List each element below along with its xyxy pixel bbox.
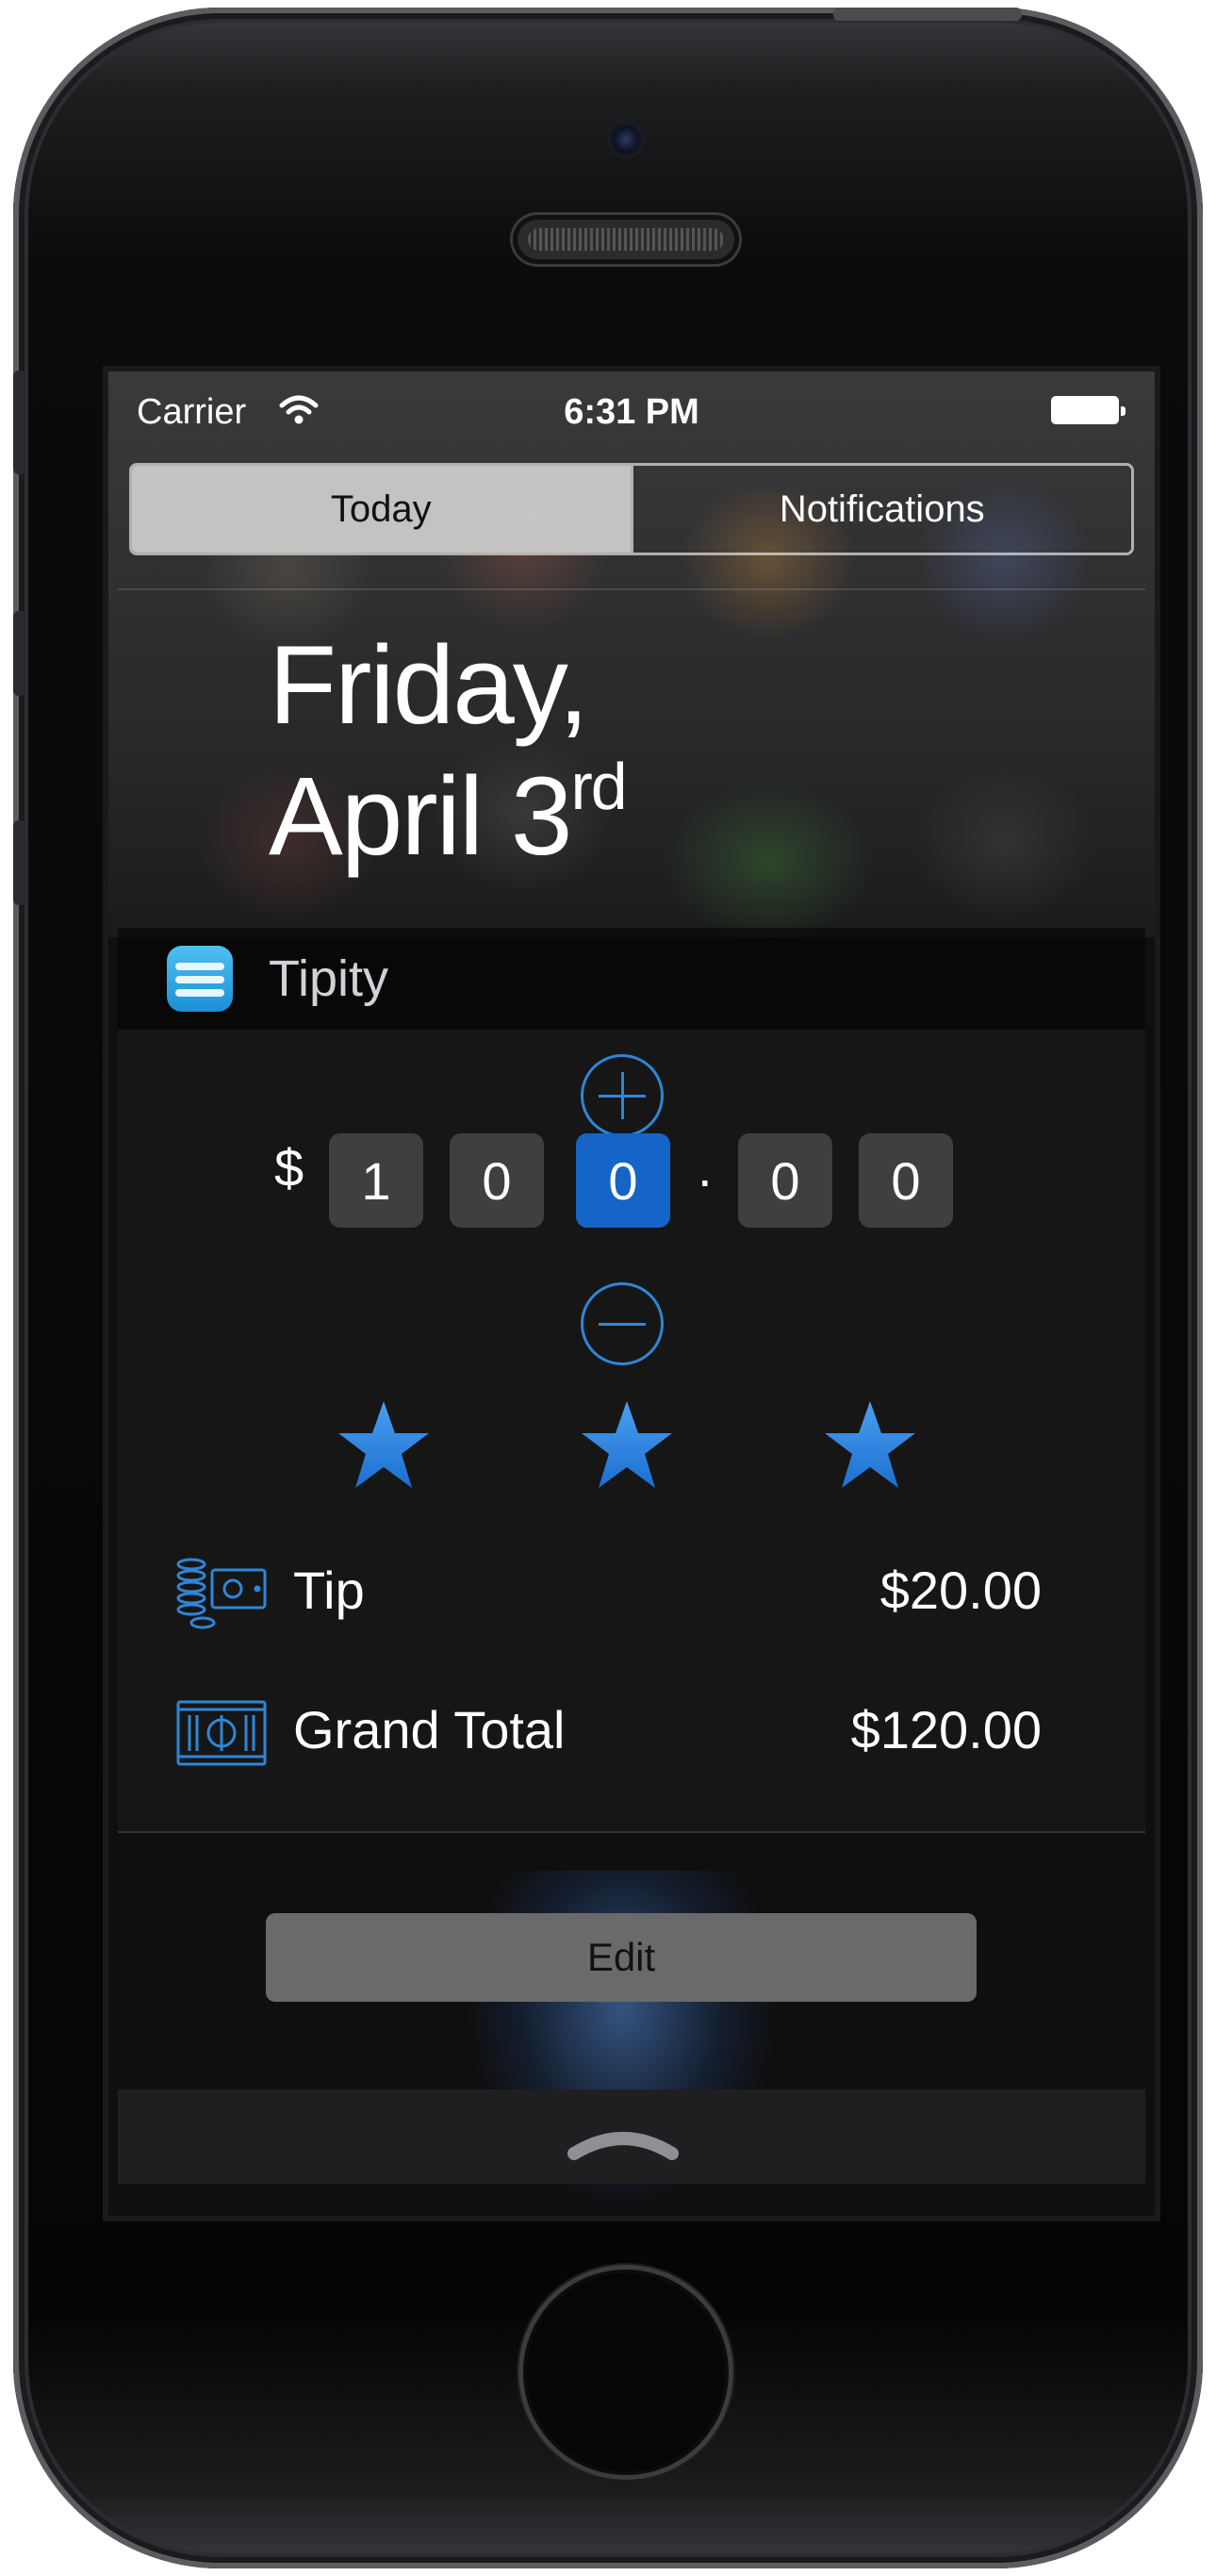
date-ordinal: rd — [570, 750, 627, 823]
home-button[interactable] — [518, 2265, 733, 2480]
phone-frame: Carrier 6:31 PM Today Notifications Frid… — [13, 8, 1203, 2568]
volume-down-button — [13, 820, 26, 905]
tip-label: Tip — [293, 1560, 365, 1620]
mute-switch — [13, 371, 26, 474]
widget-header[interactable]: Tipity — [118, 928, 1145, 1030]
grand-total-label: Grand Total — [293, 1700, 566, 1759]
decrement-button[interactable] — [581, 1282, 664, 1365]
date-day: April 3rd — [269, 749, 628, 881]
status-bar: Carrier 6:31 PM — [108, 372, 1155, 438]
tipity-app-icon — [167, 946, 233, 1012]
sleep-button — [833, 8, 1022, 21]
grabber-chevron-icon[interactable] — [567, 2127, 680, 2161]
tip-value: $20.00 — [879, 1560, 1042, 1620]
date-month-day: April 3 — [269, 754, 572, 879]
tab-today[interactable]: Today — [132, 466, 631, 553]
tab-notifications[interactable]: Notifications — [630, 466, 1132, 553]
currency-symbol: $ — [274, 1138, 304, 1197]
rating-star-2-icon[interactable] — [580, 1399, 674, 1490]
status-time: 6:31 PM — [564, 392, 699, 432]
amount-digit-4[interactable]: 0 — [738, 1133, 832, 1228]
screen: Carrier 6:31 PM Today Notifications Frid… — [103, 366, 1160, 2221]
date-weekday: Friday, — [269, 623, 589, 748]
divider — [118, 1831, 1145, 1833]
coins-cash-icon — [176, 1558, 267, 1629]
earpiece-speaker — [513, 215, 739, 264]
battery-icon — [1051, 396, 1126, 424]
blurred-background — [108, 372, 1155, 937]
divider — [118, 588, 1145, 590]
decimal-point: . — [698, 1138, 713, 1197]
amount-digit-3[interactable]: 0 — [576, 1133, 670, 1228]
increment-button[interactable] — [581, 1054, 664, 1137]
widget-title: Tipity — [269, 950, 389, 1007]
volume-up-button — [13, 611, 26, 696]
front-camera — [607, 121, 645, 158]
amount-digit-2[interactable]: 0 — [450, 1133, 544, 1228]
amount-digit-1[interactable]: 1 — [329, 1133, 423, 1228]
rating-star-1-icon[interactable] — [337, 1399, 431, 1490]
amount-digit-5[interactable]: 0 — [859, 1133, 953, 1228]
banknote-stack-icon — [176, 1700, 267, 1766]
edit-button[interactable]: Edit — [266, 1913, 977, 2002]
segmented-control: Today Notifications — [129, 463, 1134, 555]
rating-star-3-icon[interactable] — [823, 1399, 917, 1490]
grand-total-value: $120.00 — [850, 1700, 1042, 1759]
